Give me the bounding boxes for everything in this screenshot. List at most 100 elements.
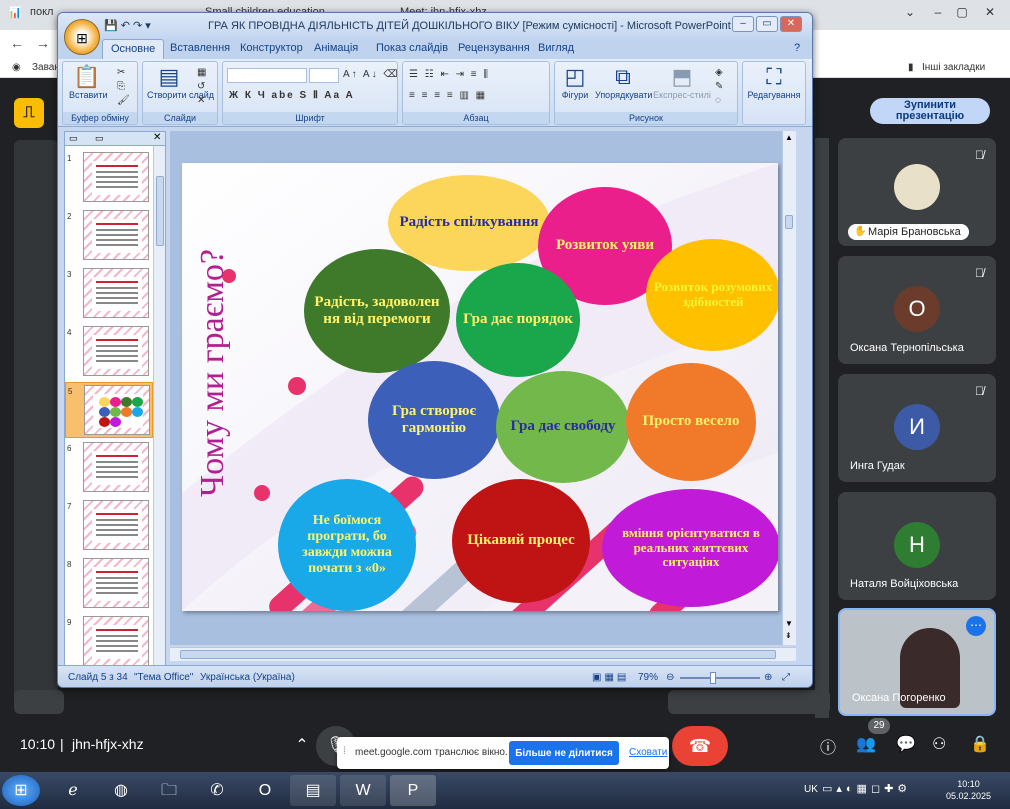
- font-name-input[interactable]: [227, 68, 307, 83]
- slide-thumbnail[interactable]: 2: [65, 208, 153, 264]
- explorer-icon[interactable]: 🗀: [146, 775, 192, 806]
- bubble[interactable]: Гра дає свободу: [496, 371, 630, 483]
- activities-icon[interactable]: ⚇: [932, 734, 946, 754]
- list-icons[interactable]: ☰ ☷ ⇤ ⇥ ≡ ⫼: [409, 69, 490, 80]
- bubble[interactable]: Гра дає порядок: [456, 263, 580, 377]
- input-language[interactable]: UK: [804, 784, 818, 795]
- slide-thumbnail[interactable]: 9: [65, 614, 153, 670]
- zoom-level[interactable]: 79%: [638, 672, 658, 683]
- ie-icon[interactable]: ℯ: [50, 775, 96, 806]
- editor-hscrollbar[interactable]: [170, 647, 796, 661]
- ppt-restore-icon[interactable]: ▭: [756, 16, 778, 32]
- host-controls-icon[interactable]: 🔒: [970, 734, 990, 754]
- more-options-icon[interactable]: ⋯: [966, 616, 986, 636]
- outline-tab-icon[interactable]: ▭: [95, 133, 104, 144]
- meet-layout-icon[interactable]: ⎍: [14, 98, 44, 128]
- cut-copy-format-icons[interactable]: ✂ ⎘ 🖌: [117, 66, 131, 108]
- slide-canvas[interactable]: Чому ми граємо? Радість спілкування Розви…: [182, 163, 778, 611]
- tab-review[interactable]: Рецензування: [458, 42, 530, 54]
- bubble[interactable]: вміння орієнтуватися в реальних життєвих…: [602, 489, 778, 607]
- tab-search-chevron-icon[interactable]: ⌄: [898, 2, 922, 22]
- viber-icon[interactable]: ✆: [194, 775, 240, 806]
- slide-thumbnail[interactable]: 6: [65, 440, 153, 496]
- tray-icons[interactable]: ▭▴◐▦◻✚⚙: [822, 782, 911, 795]
- slide-thumbnail[interactable]: 5: [65, 382, 153, 438]
- end-call-button[interactable]: ☎: [672, 726, 728, 766]
- zoom-slider[interactable]: [680, 672, 760, 684]
- grow-shrink-icons[interactable]: A↑ A↓ ⌫: [343, 69, 400, 80]
- back-icon[interactable]: ←: [10, 35, 24, 51]
- tab-slideshow[interactable]: Показ слайдів: [376, 42, 448, 54]
- slide-thumbnail[interactable]: 7: [65, 498, 153, 554]
- font-format-icons[interactable]: Ж К Ч abe S Ⅱ Aa A: [229, 90, 355, 101]
- people-icon[interactable]: 👥: [856, 734, 876, 754]
- bubble[interactable]: Просто весело: [626, 363, 756, 481]
- tab-animation[interactable]: Анімація: [314, 42, 358, 54]
- language-indicator[interactable]: Українська (Україна): [200, 672, 295, 683]
- bubble[interactable]: Не боїмося програти, бо завжди можна поч…: [278, 479, 416, 611]
- drag-handle-icon[interactable]: ⁞: [343, 746, 346, 757]
- paste-button[interactable]: 📋 Вставити: [69, 64, 108, 100]
- fit-window-icon[interactable]: ⤢: [782, 672, 790, 683]
- panel-scrollbar[interactable]: [153, 146, 165, 666]
- powerpoint-icon[interactable]: P: [390, 775, 436, 806]
- participant-tile[interactable]: Н Наталя Войціховська: [838, 492, 996, 600]
- bubble[interactable]: Цікавий процес: [452, 479, 590, 603]
- bubble[interactable]: Розвиток розумових здібностей: [646, 239, 778, 351]
- shapes-button[interactable]: ◰ Фігури: [557, 64, 593, 100]
- ppt-close-icon[interactable]: ✕: [780, 16, 802, 32]
- new-slide-button[interactable]: ▤ Створити слайд: [147, 64, 214, 100]
- minimize-icon[interactable]: –: [926, 2, 950, 22]
- stop-presenting-button[interactable]: Зупинити презентацію: [870, 98, 990, 124]
- slide-thumbnail[interactable]: 8: [65, 556, 153, 612]
- hscroll-thumb[interactable]: [180, 650, 776, 659]
- slide-thumbnail[interactable]: 3: [65, 266, 153, 322]
- chat-icon[interactable]: 💬: [896, 734, 916, 754]
- layout-icons[interactable]: ▦ ↺ ✕: [197, 66, 211, 108]
- scroll-thumb[interactable]: [156, 176, 164, 246]
- help-icon[interactable]: ?: [794, 42, 800, 54]
- participant-tile-self[interactable]: ⋯ Оксана Погоренко: [838, 608, 996, 716]
- office-button-icon[interactable]: ⊞: [64, 19, 100, 55]
- font-size-input[interactable]: [309, 68, 339, 83]
- arrange-button[interactable]: ⧉ Упорядкувати: [595, 64, 652, 100]
- participant-tile[interactable]: 🎙̸ И Инга Гудак: [838, 374, 996, 482]
- hide-link[interactable]: Сховати: [629, 747, 667, 758]
- tab-design[interactable]: Конструктор: [240, 42, 303, 54]
- slide-thumbnail[interactable]: 1: [65, 150, 153, 206]
- tab-insert[interactable]: Вставлення: [170, 42, 230, 54]
- info-icon[interactable]: ⓘ: [820, 734, 836, 758]
- editor-scrollbar[interactable]: ▲ ▼ ⇟: [782, 131, 796, 645]
- maximize-icon[interactable]: ▢: [950, 2, 974, 22]
- bubble[interactable]: Гра створює гармонію: [368, 361, 500, 479]
- opera-icon[interactable]: O: [242, 775, 288, 806]
- scroll-down-icon[interactable]: ▼: [785, 619, 793, 628]
- quick-access-toolbar[interactable]: 💾 ↶ ↷ ▾: [104, 19, 151, 32]
- fill-outline-icons[interactable]: ◈ ✎ ◌: [715, 66, 729, 108]
- align-icons[interactable]: ≡ ≡ ≡ ≡ ▥ ▦: [409, 90, 487, 101]
- scroll-up-icon[interactable]: ▲: [785, 133, 793, 142]
- stop-sharing-button[interactable]: Більше не ділитися: [509, 741, 619, 765]
- panel-close-icon[interactable]: ✕: [153, 132, 161, 143]
- ppt-minimize-icon[interactable]: –: [732, 16, 754, 32]
- scroll-thumb[interactable]: [785, 215, 793, 229]
- participant-tile[interactable]: 🎙̸ ✋ Марія Брановська: [838, 138, 996, 246]
- participant-tile[interactable]: 🎙̸ О Оксана Тернопільська: [838, 256, 996, 364]
- media-icon[interactable]: ▤: [290, 775, 336, 806]
- tab-view[interactable]: Вигляд: [538, 42, 574, 54]
- editing-button[interactable]: ⛶ Редагування: [745, 64, 803, 100]
- zoom-in-icon[interactable]: ⊕: [764, 672, 772, 683]
- zoom-slider-thumb[interactable]: [710, 672, 716, 684]
- next-slide-icon[interactable]: ⇟: [785, 631, 792, 640]
- bubble[interactable]: Радість, задоволен ня від перемоги: [304, 249, 450, 373]
- zoom-out-icon[interactable]: ⊖: [666, 672, 674, 683]
- tab-home[interactable]: Основне: [102, 39, 165, 59]
- chrome-icon[interactable]: ◍: [98, 775, 144, 806]
- system-clock[interactable]: 10:10 05.02.2025: [946, 778, 991, 802]
- quick-styles-button[interactable]: ⬒ Експрес-стилі: [653, 64, 711, 100]
- view-buttons-icons[interactable]: ▣▦▤: [592, 672, 629, 683]
- close-icon[interactable]: ✕: [978, 2, 1002, 22]
- start-button-icon[interactable]: ⊞: [2, 775, 40, 806]
- word-icon[interactable]: W: [340, 775, 386, 806]
- slides-tab-icon[interactable]: ▭: [69, 133, 78, 144]
